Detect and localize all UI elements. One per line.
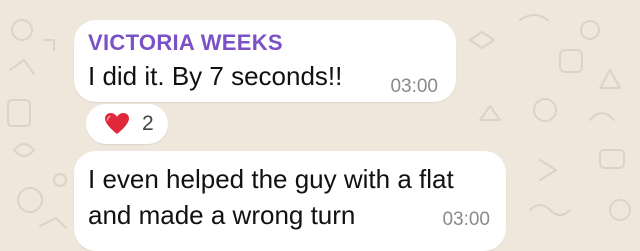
reaction-count: 2 [142, 112, 154, 135]
message-timestamp: 03:00 [390, 76, 438, 97]
message-line: I even helped the guy with a flat [88, 164, 454, 194]
sender-name[interactable]: VICTORIA WEEKS [88, 30, 283, 56]
message-text: I did it. By 7 seconds!! [88, 61, 343, 91]
reaction-badge[interactable]: 2 [86, 104, 168, 144]
message-bubble[interactable]: VICTORIA WEEKS I did it. By 7 seconds!! … [74, 20, 456, 102]
message-timestamp: 03:00 [442, 209, 490, 230]
message-bubble[interactable]: I even helped the guy with a flat and ma… [74, 151, 506, 251]
red-heart-icon [105, 113, 129, 134]
message-line: and made a wrong turn [88, 200, 356, 230]
message-text: I even helped the guy with a flat and ma… [88, 161, 498, 233]
